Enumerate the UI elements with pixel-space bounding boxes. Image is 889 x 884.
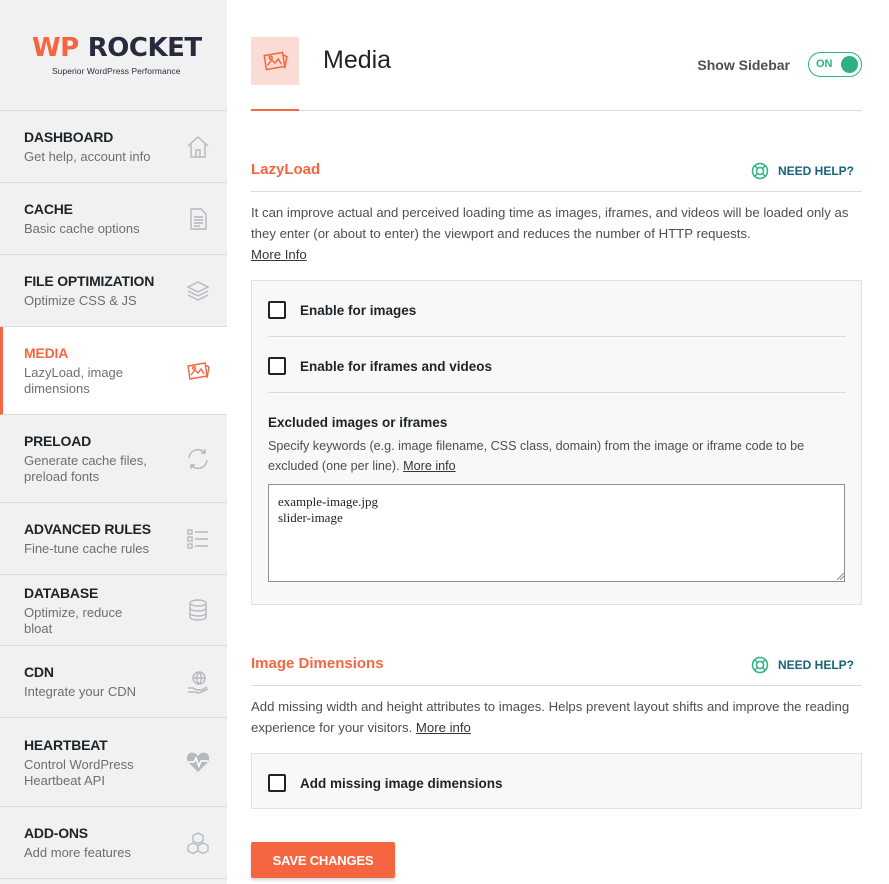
need-help-label: NEED HELP? [777, 164, 854, 178]
enable-images-checkbox[interactable] [268, 301, 286, 319]
option-label: Enable for images [300, 302, 417, 318]
page-title: Media [323, 46, 392, 74]
document-icon [190, 207, 207, 230]
excluded-desc-text: Specify keywords (e.g. image filename, C… [268, 439, 805, 473]
option-enable-images[interactable]: Enable for images [268, 301, 846, 319]
globe-hand-icon [188, 670, 209, 694]
main-content: Media Show Sidebar ON LazyLoad NEED HELP… [227, 0, 889, 884]
option-enable-iframes[interactable]: Enable for iframes and videos [268, 357, 846, 375]
sidebar: WP ROCKET Superior WordPress Performance… [0, 0, 227, 884]
lazyload-section-header: LazyLoad NEED HELP? [251, 161, 862, 192]
add-image-dimensions-checkbox[interactable] [268, 774, 286, 792]
logo-rocket-text: ROCKET [87, 32, 202, 63]
image-dimensions-section-header: Image Dimensions NEED HELP? [251, 655, 862, 686]
divider [268, 392, 846, 393]
toggle-state-text: ON [816, 58, 833, 70]
toggle-knob [841, 56, 858, 73]
checklist-icon [187, 528, 208, 549]
save-changes-button[interactable]: SAVE CHANGES [251, 842, 395, 878]
sidebar-item-media[interactable]: MEDIA LazyLoad, image dimensions [0, 327, 227, 415]
image-dimensions-section-title: Image Dimensions [251, 655, 384, 672]
sidebar-item-cache[interactable]: CACHE Basic cache options [0, 183, 227, 255]
lazyload-options-box: Enable for images Enable for iframes and… [251, 280, 862, 605]
home-icon [187, 135, 209, 158]
sidebar-item-desc: Add more features [24, 845, 131, 860]
sidebar-item-dashboard[interactable]: DASHBOARD Get help, account info [0, 111, 227, 183]
images-icon [263, 51, 288, 71]
lazyload-section-title: LazyLoad [251, 161, 321, 178]
option-label: Add missing image dimensions [300, 775, 503, 791]
cubes-icon [187, 831, 209, 854]
image-dimensions-need-help-link[interactable]: NEED HELP? [751, 656, 854, 674]
image-dimensions-description: Add missing width and height attributes … [251, 696, 851, 738]
option-add-image-dimensions[interactable]: Add missing image dimensions [268, 774, 846, 792]
heartbeat-icon [186, 752, 210, 772]
sidebar-item-database[interactable]: DATABASE Optimize, reduce bloat [0, 575, 227, 646]
logo-tagline: Superior WordPress Performance [52, 65, 181, 76]
need-help-label: NEED HELP? [777, 658, 854, 672]
sidebar-item-preload[interactable]: PRELOAD Generate cache files, preload fo… [0, 415, 227, 503]
logo-wordmark: WP ROCKET [32, 35, 227, 61]
media-header-icon-box [251, 37, 299, 85]
sidebar-item-desc: Basic cache options [24, 221, 140, 236]
sidebar-item-desc: Get help, account info [24, 149, 151, 164]
excluded-more-info-link[interactable]: More info [403, 459, 456, 473]
sidebar-item-cdn[interactable]: CDN Integrate your CDN [0, 646, 227, 718]
image-dimensions-more-info-link[interactable]: More info [416, 720, 471, 735]
lifebuoy-icon [751, 656, 769, 674]
sidebar-item-file-optimization[interactable]: FILE OPTIMIZATION Optimize CSS & JS [0, 255, 227, 327]
enable-iframes-checkbox[interactable] [268, 357, 286, 375]
lifebuoy-icon [751, 162, 769, 180]
header-accent-underline [251, 109, 299, 111]
logo-wp-text: WP [32, 32, 79, 63]
page-header: Media Show Sidebar ON [251, 0, 862, 111]
images-icon [187, 361, 210, 380]
resize-grip-icon[interactable] [836, 572, 845, 581]
layers-icon [186, 280, 210, 301]
lazyload-need-help-link[interactable]: NEED HELP? [751, 162, 854, 180]
refresh-icon [188, 448, 208, 469]
option-label: Enable for iframes and videos [300, 358, 493, 374]
lazyload-more-info-link[interactable]: More Info [251, 247, 307, 262]
sidebar-item-desc: Optimize, reduce bloat [24, 604, 123, 636]
sidebar-item-desc: Generate cache files, preload fonts [24, 453, 147, 484]
excluded-field-description: Specify keywords (e.g. image filename, C… [268, 436, 838, 476]
image-dimensions-desc-text: Add missing width and height attributes … [251, 699, 850, 735]
database-icon [189, 599, 207, 621]
sidebar-item-desc: Optimize CSS & JS [24, 293, 137, 308]
lazyload-desc-text: It can improve actual and perceived load… [251, 205, 849, 241]
divider [268, 336, 846, 337]
sidebar-item-add-ons[interactable]: ADD-ONS Add more features [0, 807, 227, 879]
excluded-field-title: Excluded images or iframes [268, 415, 448, 430]
sidebar-item-desc: LazyLoad, image dimensions [24, 365, 124, 396]
sidebar-item-desc: Control WordPress Heartbeat API [24, 756, 134, 788]
excluded-keywords-textarea[interactable]: example-image.jpg slider-image [268, 484, 845, 582]
show-sidebar-toggle[interactable]: ON [808, 52, 862, 77]
sidebar-item-desc: Fine-tune cache rules [24, 541, 150, 556]
image-dimensions-options-box: Add missing image dimensions [251, 753, 862, 809]
lazyload-description: It can improve actual and perceived load… [251, 202, 851, 265]
sidebar-item-heartbeat[interactable]: HEARTBEAT Control WordPress Heartbeat AP… [0, 718, 227, 807]
logo[interactable]: WP ROCKET Superior WordPress Performance [0, 0, 227, 111]
sidebar-item-advanced-rules[interactable]: ADVANCED RULES Fine-tune cache rules [0, 503, 227, 575]
sidebar-item-desc: Integrate your CDN [24, 684, 136, 699]
show-sidebar-label: Show Sidebar [697, 57, 790, 73]
